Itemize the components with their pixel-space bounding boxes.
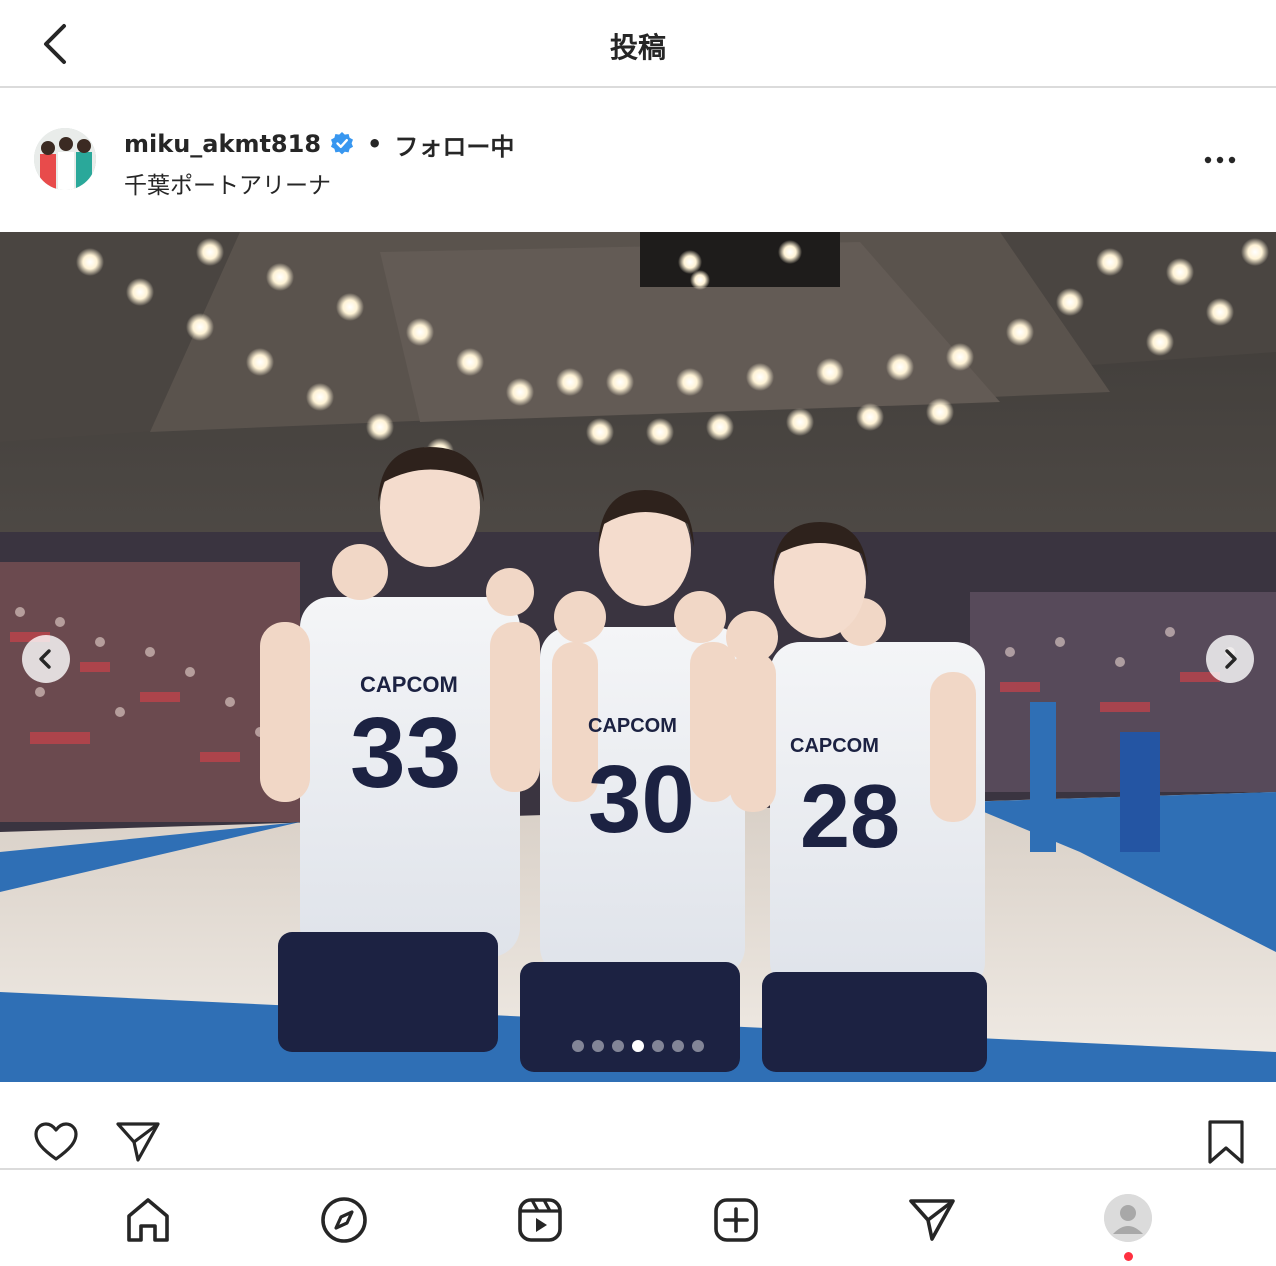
nav-home[interactable]	[122, 1194, 174, 1246]
home-icon	[127, 1198, 169, 1242]
carousel-next-button[interactable]	[1206, 635, 1254, 683]
username[interactable]: miku_akmt818	[124, 130, 321, 158]
ellipsis-icon	[1204, 156, 1236, 164]
separator-dot: •	[367, 130, 383, 158]
heart-icon	[34, 1122, 78, 1161]
paper-plane-icon	[116, 1122, 160, 1162]
explore-icon	[321, 1197, 367, 1243]
avatar-image	[34, 128, 96, 190]
jersey-brand-30: CAPCOM	[588, 715, 677, 737]
nav-profile[interactable]	[1104, 1194, 1152, 1242]
nav-reels[interactable]	[514, 1194, 566, 1246]
carousel-dot	[612, 1040, 624, 1052]
location-link[interactable]: 千葉ポートアリーナ	[124, 166, 331, 200]
user-line: miku_akmt818 • フォロー中	[124, 127, 514, 162]
carousel-dot	[672, 1040, 684, 1052]
nav-create[interactable]	[710, 1194, 762, 1246]
photo-image: CAPCOM 33 CAPCOM 30 CAPCOM 28	[0, 232, 1276, 1082]
share-button[interactable]	[114, 1118, 162, 1166]
save-button[interactable]	[1202, 1118, 1250, 1166]
carousel-indicator	[0, 1040, 1276, 1052]
carousel-dot	[592, 1040, 604, 1052]
top-bar: 投稿	[0, 0, 1276, 88]
chevron-right-icon	[1225, 649, 1237, 669]
chevron-left-icon	[39, 649, 51, 669]
page-title: 投稿	[609, 31, 666, 64]
verified-badge-icon	[331, 132, 354, 155]
jersey-number-33: 33	[350, 697, 461, 809]
nav-explore[interactable]	[318, 1194, 370, 1246]
jersey-brand-33: CAPCOM	[360, 672, 458, 697]
jersey-number-28: 28	[800, 767, 900, 867]
follow-status[interactable]: フォロー中	[394, 127, 514, 162]
carousel-dot	[652, 1040, 664, 1052]
jersey-number-30: 30	[588, 746, 695, 853]
carousel-dot	[632, 1040, 644, 1052]
bookmark-icon	[1208, 1120, 1244, 1164]
author-avatar[interactable]	[34, 128, 96, 190]
direct-icon	[909, 1199, 955, 1241]
profile-icon	[1104, 1194, 1152, 1242]
like-button[interactable]	[32, 1118, 80, 1166]
post-header: miku_akmt818 • フォロー中 千葉ポートアリーナ	[0, 90, 1276, 230]
notification-dot	[1124, 1252, 1133, 1261]
jersey-brand-28: CAPCOM	[790, 735, 879, 757]
nav-direct[interactable]	[906, 1194, 958, 1246]
create-icon	[714, 1198, 758, 1242]
carousel-prev-button[interactable]	[22, 635, 70, 683]
carousel-dot	[572, 1040, 584, 1052]
more-options-button[interactable]	[1200, 148, 1240, 172]
carousel-dot	[692, 1040, 704, 1052]
bottom-nav	[0, 1168, 1276, 1266]
action-bar	[0, 1084, 1276, 1168]
post-photo[interactable]: CAPCOM 33 CAPCOM 30 CAPCOM 28	[0, 232, 1276, 1082]
reels-icon	[518, 1198, 562, 1242]
